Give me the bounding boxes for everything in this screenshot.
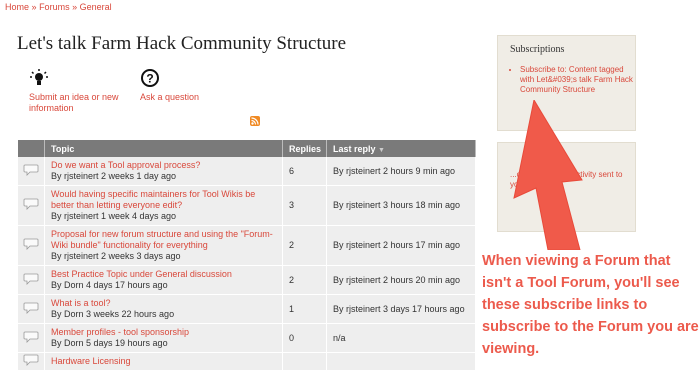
breadcrumb-separator: » xyxy=(72,2,78,12)
table-row: Member profiles - tool sponsorship By Dor… xyxy=(18,323,476,353)
topic-status-cell xyxy=(18,157,45,186)
speech-bubble-icon xyxy=(23,238,39,250)
replies-cell: 1 xyxy=(282,294,327,324)
topic-cell: Best Practice Topic under General discus… xyxy=(44,265,283,295)
rss-feed-icon[interactable] xyxy=(250,116,260,126)
ask-question-label: Ask a question xyxy=(140,92,200,102)
header-topic[interactable]: Topic xyxy=(44,140,283,157)
topic-cell: What is a tool? By Dorn 3 weeks 22 hours … xyxy=(44,294,283,324)
table-row: Best Practice Topic under General discus… xyxy=(18,265,476,295)
submit-idea-label: Submit an idea or new information xyxy=(29,92,119,113)
last-reply-cell xyxy=(326,352,476,371)
speech-bubble-icon xyxy=(23,331,39,343)
breadcrumb-home[interactable]: Home xyxy=(5,2,29,12)
last-reply-cell: By rjsteinert 3 days 17 hours ago xyxy=(326,294,476,324)
last-reply-cell: By rjsteinert 2 hours 20 min ago xyxy=(326,265,476,295)
header-replies[interactable]: Replies xyxy=(282,140,327,157)
subscription-list-item: Subscribe to: Content tagged with Let&#0… xyxy=(520,65,635,95)
speech-bubble-icon xyxy=(23,198,39,210)
breadcrumb-forums[interactable]: Forums xyxy=(39,2,70,12)
topic-status-cell xyxy=(18,225,45,266)
topic-meta: By Dorn 5 days 19 hours ago xyxy=(51,338,168,348)
topic-status-cell xyxy=(18,352,45,371)
ask-question-link[interactable]: ? Ask a question xyxy=(140,68,220,103)
speech-bubble-icon xyxy=(23,273,39,285)
breadcrumb-general[interactable]: General xyxy=(80,2,112,12)
breadcrumb-separator: » xyxy=(31,2,37,12)
topic-link[interactable]: Member profiles - tool sponsorship xyxy=(51,327,276,338)
topic-link[interactable]: Do we want a Tool approval process? xyxy=(51,160,276,171)
topic-cell: Member profiles - tool sponsorship By Dor… xyxy=(44,323,283,353)
topic-link[interactable]: Proposal for new forum structure and usi… xyxy=(51,229,276,251)
question-icon: ? xyxy=(141,69,159,87)
topic-cell: Hardware Licensing xyxy=(44,352,283,371)
annotation-callout: When viewing a Forum that isn't a Tool F… xyxy=(482,253,699,357)
speech-bubble-icon xyxy=(23,354,39,366)
topic-link[interactable]: Hardware Licensing xyxy=(51,356,276,367)
topic-status-cell xyxy=(18,323,45,353)
breadcrumb: Home » Forums » General xyxy=(5,2,112,12)
header-last-reply[interactable]: Last reply ▼ xyxy=(326,140,476,157)
topic-cell: Proposal for new forum structure and usi… xyxy=(44,225,283,266)
table-row: Do we want a Tool approval process? By rj… xyxy=(18,157,476,186)
topic-meta: By Dorn 4 days 17 hours ago xyxy=(51,280,168,290)
topic-status-cell xyxy=(18,185,45,226)
table-row: What is a tool? By Dorn 3 weeks 22 hours … xyxy=(18,294,476,324)
submit-idea-link[interactable]: Submit an idea or new information xyxy=(29,68,129,114)
replies-cell: 6 xyxy=(282,157,327,186)
topic-status-cell xyxy=(18,294,45,324)
table-row: Hardware Licensing xyxy=(18,352,476,371)
last-reply-cell: n/a xyxy=(326,323,476,353)
last-reply-cell: By rjsteinert 2 hours 17 min ago xyxy=(326,225,476,266)
speech-bubble-icon xyxy=(23,302,39,314)
table-row: Proposal for new forum structure and usi… xyxy=(18,225,476,266)
topic-cell: Do we want a Tool approval process? By rj… xyxy=(44,157,283,186)
page-title: Let's talk Farm Hack Community Structure xyxy=(17,33,347,54)
topic-meta: By rjsteinert 1 week 4 days ago xyxy=(51,211,177,221)
replies-cell: 2 xyxy=(282,225,327,266)
sort-desc-icon: ▼ xyxy=(378,146,385,154)
subscribe-link[interactable]: Subscribe to: Content tagged with Let&#0… xyxy=(520,65,633,94)
last-reply-cell: By rjsteinert 2 hours 9 min ago xyxy=(326,157,476,186)
header-last-reply-label: Last reply xyxy=(333,143,376,154)
table-row: Would having specific maintainers for To… xyxy=(18,185,476,226)
svg-text:?: ? xyxy=(146,72,153,86)
header-icon-column xyxy=(18,140,45,157)
topic-status-cell xyxy=(18,265,45,295)
forum-topics-table: Topic Replies Last reply ▼ Do we want a … xyxy=(18,140,476,371)
replies-cell xyxy=(282,352,327,371)
topic-meta: By rjsteinert 2 weeks 1 day ago xyxy=(51,171,177,181)
table-header-row: Topic Replies Last reply ▼ xyxy=(18,140,476,157)
subscriptions-title: Subscriptions xyxy=(510,44,565,55)
topic-link[interactable]: Best Practice Topic under General discus… xyxy=(51,269,276,280)
topic-link[interactable]: Would having specific maintainers for To… xyxy=(51,189,276,211)
speech-bubble-icon xyxy=(23,164,39,176)
annotation-arrow xyxy=(513,100,583,250)
last-reply-cell: By rjsteinert 3 hours 18 min ago xyxy=(326,185,476,226)
topic-meta: By Dorn 3 weeks 22 hours ago xyxy=(51,309,175,319)
topic-cell: Would having specific maintainers for To… xyxy=(44,185,283,226)
replies-cell: 0 xyxy=(282,323,327,353)
replies-cell: 2 xyxy=(282,265,327,295)
replies-cell: 3 xyxy=(282,185,327,226)
topic-meta: By rjsteinert 2 weeks 3 days ago xyxy=(51,251,181,261)
topic-link[interactable]: What is a tool? xyxy=(51,298,276,309)
lightbulb-icon xyxy=(30,69,48,85)
